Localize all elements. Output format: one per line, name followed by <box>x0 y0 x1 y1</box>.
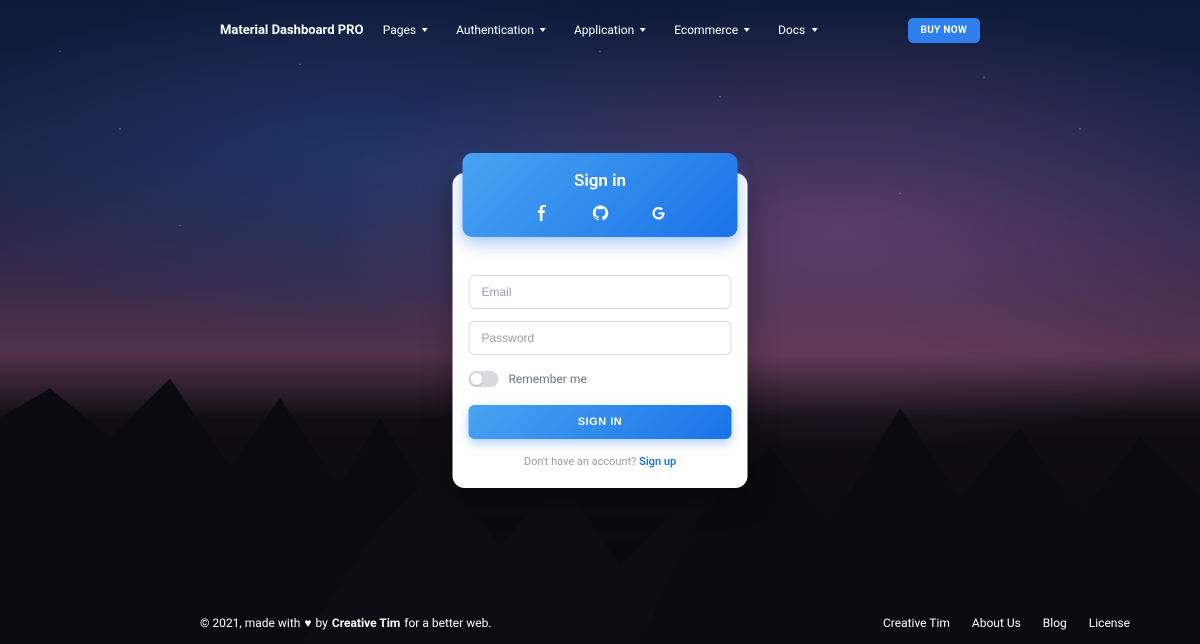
chevron-down-icon <box>744 28 750 32</box>
email-field[interactable] <box>469 275 732 309</box>
nav-item-docs[interactable]: Docs <box>778 23 817 37</box>
chevron-down-icon <box>540 28 546 32</box>
remember-toggle[interactable] <box>469 371 499 387</box>
footer-by: by <box>315 616 327 630</box>
nav-links: Pages Authentication Application Ecommer… <box>383 23 818 37</box>
nav-label: Docs <box>778 23 805 37</box>
footer-link-about-us[interactable]: About Us <box>972 616 1021 630</box>
top-navbar: Material Dashboard PRO Pages Authenticat… <box>0 0 1200 60</box>
signin-card-wrap: Sign in Remember me SIGN IN <box>453 155 748 488</box>
heart-icon: ♥ <box>304 616 311 630</box>
chevron-down-icon <box>640 28 646 32</box>
signup-prompt: Don't have an account? Sign up <box>469 455 732 468</box>
card-title: Sign in <box>473 171 728 191</box>
nav-label: Application <box>574 23 634 37</box>
signin-card: Sign in Remember me SIGN IN <box>453 173 748 488</box>
footer-links: Creative Tim About Us Blog License <box>883 616 1130 630</box>
footer-link-creative-tim[interactable]: Creative Tim <box>883 616 950 630</box>
footer-prefix: © 2021, made with <box>200 616 300 630</box>
nav-label: Authentication <box>456 23 534 37</box>
footer-suffix: for a better web. <box>404 616 491 630</box>
signup-link[interactable]: Sign up <box>639 455 676 468</box>
chevron-down-icon <box>422 28 428 32</box>
nav-item-ecommerce[interactable]: Ecommerce <box>674 23 750 37</box>
brand-title[interactable]: Material Dashboard PRO <box>220 23 363 38</box>
nav-item-pages[interactable]: Pages <box>383 23 428 37</box>
signin-card-header: Sign in <box>463 153 738 237</box>
nav-label: Ecommerce <box>674 23 738 37</box>
nav-label: Pages <box>383 23 416 37</box>
signin-button[interactable]: SIGN IN <box>469 405 732 439</box>
footer: © 2021, made with ♥ by Creative Tim for … <box>0 616 1200 630</box>
password-field[interactable] <box>469 321 732 355</box>
footer-copyright: © 2021, made with ♥ by Creative Tim for … <box>200 616 492 630</box>
footer-author[interactable]: Creative Tim <box>332 616 400 630</box>
facebook-icon[interactable] <box>534 205 550 221</box>
nav-item-authentication[interactable]: Authentication <box>456 23 546 37</box>
remember-label: Remember me <box>509 372 587 386</box>
google-icon[interactable] <box>650 205 666 221</box>
signup-text: Don't have an account? <box>524 455 639 468</box>
social-login-row <box>473 205 728 221</box>
remember-row: Remember me <box>469 371 732 387</box>
chevron-down-icon <box>811 28 817 32</box>
footer-link-blog[interactable]: Blog <box>1043 616 1067 630</box>
footer-link-license[interactable]: License <box>1089 616 1130 630</box>
buy-now-button[interactable]: BUY NOW <box>908 18 980 43</box>
nav-item-application[interactable]: Application <box>574 23 646 37</box>
github-icon[interactable] <box>592 205 608 221</box>
